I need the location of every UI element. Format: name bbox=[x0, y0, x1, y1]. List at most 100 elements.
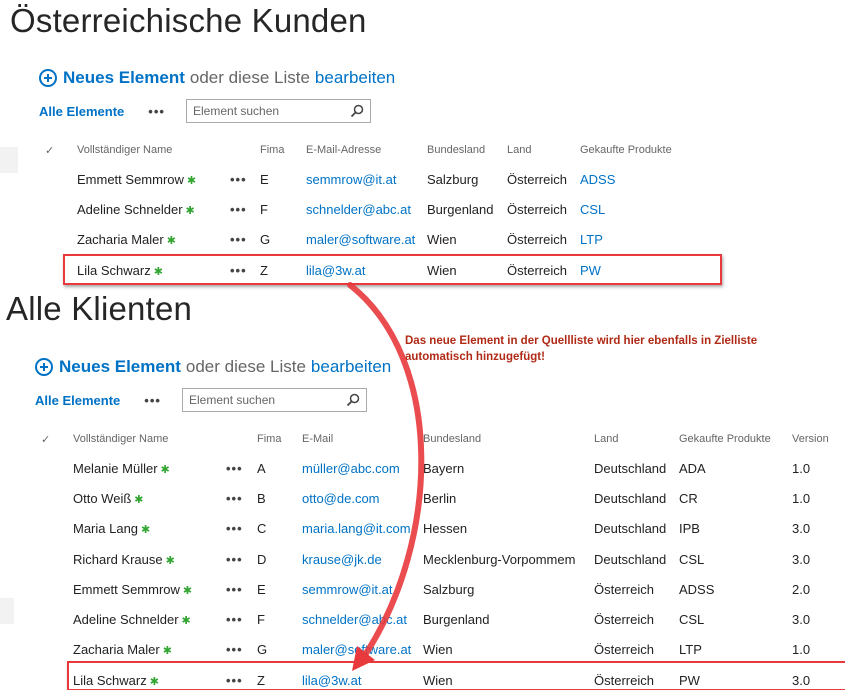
cell-email-link[interactable]: semmrow@it.at bbox=[306, 172, 397, 187]
name-text[interactable]: Maria Lang bbox=[73, 521, 138, 536]
column-header-produkte[interactable]: Gekaufte Produkte bbox=[679, 433, 771, 445]
left-gutter bbox=[0, 598, 14, 624]
search-icon[interactable] bbox=[346, 393, 360, 407]
cell-firma: C bbox=[257, 521, 267, 536]
cell-version: 1.0 bbox=[792, 642, 811, 657]
cell-email-link[interactable]: schnelder@abc.at bbox=[302, 612, 407, 627]
search-input[interactable]: Element suchen bbox=[186, 99, 371, 123]
ellipsis-icon[interactable]: ••• bbox=[226, 491, 243, 506]
column-header-version[interactable]: Version bbox=[792, 433, 829, 445]
more-views-button[interactable]: ••• bbox=[144, 393, 161, 408]
cell-produkte: PW bbox=[679, 673, 700, 688]
new-item-icon: ✱ bbox=[182, 585, 193, 597]
column-header-land[interactable]: Land bbox=[594, 433, 618, 445]
cell-land: Deutschland bbox=[594, 491, 667, 506]
select-all-checkbox[interactable]: ✓ bbox=[45, 144, 54, 157]
edit-list-link[interactable]: bearbeiten bbox=[311, 357, 391, 377]
cell-name: Adeline Schnelder ✱ bbox=[73, 612, 191, 627]
name-text[interactable]: Lila Schwarz bbox=[73, 673, 147, 688]
all-items-view[interactable]: Alle Elemente bbox=[35, 393, 120, 408]
ellipsis-icon[interactable]: ••• bbox=[226, 642, 243, 657]
column-header-name[interactable]: Vollständiger Name bbox=[77, 144, 172, 156]
command-text: oder diese Liste bbox=[189, 68, 310, 87]
cell-bundesland: Mecklenburg-Vorpommem bbox=[423, 552, 576, 567]
cell-email-link[interactable]: schnelder@abc.at bbox=[306, 202, 411, 217]
add-circle-icon[interactable] bbox=[35, 358, 53, 376]
cell-email-link[interactable]: semmrow@it.at bbox=[302, 582, 393, 597]
column-header-firma[interactable]: Fima bbox=[257, 433, 281, 445]
cell-firma: Z bbox=[260, 263, 268, 278]
name-text[interactable]: Emmett Semmrow bbox=[77, 172, 184, 187]
new-item-link[interactable]: Neues Element bbox=[59, 357, 181, 377]
cell-version: 1.0 bbox=[792, 491, 811, 506]
new-item-icon: ✱ bbox=[181, 615, 191, 627]
new-item-link[interactable]: Neues Element bbox=[63, 68, 185, 88]
cell-bundesland: Bayern bbox=[423, 461, 465, 476]
ellipsis-icon[interactable]: ••• bbox=[226, 461, 243, 476]
cell-produkte: IPB bbox=[679, 521, 700, 536]
column-header-bundesland[interactable]: Bundesland bbox=[427, 144, 485, 156]
edit-list-link[interactable]: bearbeiten bbox=[315, 68, 395, 88]
cell-firma: Z bbox=[257, 673, 265, 688]
column-header-email[interactable]: E-Mail-Adresse bbox=[306, 144, 381, 156]
view-selector: Alle Elemente ••• bbox=[35, 393, 161, 408]
cell-name: Emmett Semmrow ✱ bbox=[77, 172, 196, 187]
cell-firma: B bbox=[257, 491, 266, 506]
cell-produkte-link[interactable]: ADSS bbox=[580, 172, 615, 187]
ellipsis-icon[interactable]: ••• bbox=[226, 612, 243, 627]
cell-firma: A bbox=[257, 461, 266, 476]
new-item-icon: ✱ bbox=[162, 645, 172, 657]
cell-bundesland: Hessen bbox=[423, 521, 468, 536]
cell-land: Österreich bbox=[507, 263, 567, 278]
ellipsis-icon[interactable]: ••• bbox=[226, 582, 243, 597]
name-text[interactable]: Otto Weiß bbox=[73, 491, 131, 506]
left-gutter bbox=[0, 147, 18, 173]
name-text[interactable]: Adeline Schnelder bbox=[73, 612, 179, 627]
cell-produkte: ADSS bbox=[679, 582, 715, 597]
add-circle-icon[interactable] bbox=[39, 69, 57, 87]
search-icon[interactable] bbox=[350, 104, 364, 118]
name-text[interactable]: Zacharia Maler bbox=[73, 642, 160, 657]
cell-email-link[interactable]: maria.lang@it.com bbox=[302, 521, 411, 536]
select-all-checkbox[interactable]: ✓ bbox=[41, 433, 50, 446]
ellipsis-icon[interactable]: ••• bbox=[230, 202, 247, 217]
cell-produkte-link[interactable]: LTP bbox=[580, 232, 603, 247]
cell-produkte-link[interactable]: PW bbox=[580, 263, 601, 278]
new-item-icon: ✱ bbox=[185, 205, 195, 217]
cell-email-link[interactable]: otto@de.com bbox=[302, 491, 380, 506]
cell-email-link[interactable]: krause@jk.de bbox=[302, 552, 382, 567]
cell-name: Zacharia Maler ✱ bbox=[77, 232, 176, 247]
name-text[interactable]: Richard Krause bbox=[73, 552, 163, 567]
command-bar: Neues Element oder diese Liste bearbeite… bbox=[39, 68, 395, 88]
cell-name: Zacharia Maler ✱ bbox=[73, 642, 172, 657]
all-items-view[interactable]: Alle Elemente bbox=[39, 104, 124, 119]
more-views-button[interactable]: ••• bbox=[148, 104, 165, 119]
cell-email-link[interactable]: lila@3w.at bbox=[302, 673, 361, 688]
cell-firma: F bbox=[257, 612, 265, 627]
ellipsis-icon[interactable]: ••• bbox=[226, 552, 243, 567]
cell-email-link[interactable]: maler@software.at bbox=[302, 642, 411, 657]
column-header-produkte[interactable]: Gekaufte Produkte bbox=[580, 144, 672, 156]
ellipsis-icon[interactable]: ••• bbox=[230, 232, 247, 247]
cell-email-link[interactable]: lila@3w.at bbox=[306, 263, 365, 278]
cell-email-link[interactable]: müller@abc.com bbox=[302, 461, 400, 476]
ellipsis-icon[interactable]: ••• bbox=[226, 521, 243, 536]
ellipsis-icon[interactable]: ••• bbox=[230, 263, 247, 278]
column-header-email[interactable]: E-Mail bbox=[302, 433, 333, 445]
cell-email-link[interactable]: maler@software.at bbox=[306, 232, 415, 247]
name-text[interactable]: Lila Schwarz bbox=[77, 263, 151, 278]
cell-produkte-link[interactable]: CSL bbox=[580, 202, 605, 217]
annotation-text: Das neue Element in der Quellliste wird … bbox=[405, 333, 757, 365]
ellipsis-icon[interactable]: ••• bbox=[230, 172, 247, 187]
column-header-name[interactable]: Vollständiger Name bbox=[73, 433, 168, 445]
column-header-bundesland[interactable]: Bundesland bbox=[423, 433, 481, 445]
search-input[interactable]: Element suchen bbox=[182, 388, 367, 412]
name-text[interactable]: Zacharia Maler bbox=[77, 232, 164, 247]
name-text[interactable]: Adeline Schnelder bbox=[77, 202, 183, 217]
name-text[interactable]: Melanie Müller bbox=[73, 461, 158, 476]
name-text[interactable]: Emmett Semmrow bbox=[73, 582, 180, 597]
column-header-firma[interactable]: Fima bbox=[260, 144, 284, 156]
column-header-land[interactable]: Land bbox=[507, 144, 531, 156]
ellipsis-icon[interactable]: ••• bbox=[226, 673, 243, 688]
cell-firma: D bbox=[257, 552, 267, 567]
